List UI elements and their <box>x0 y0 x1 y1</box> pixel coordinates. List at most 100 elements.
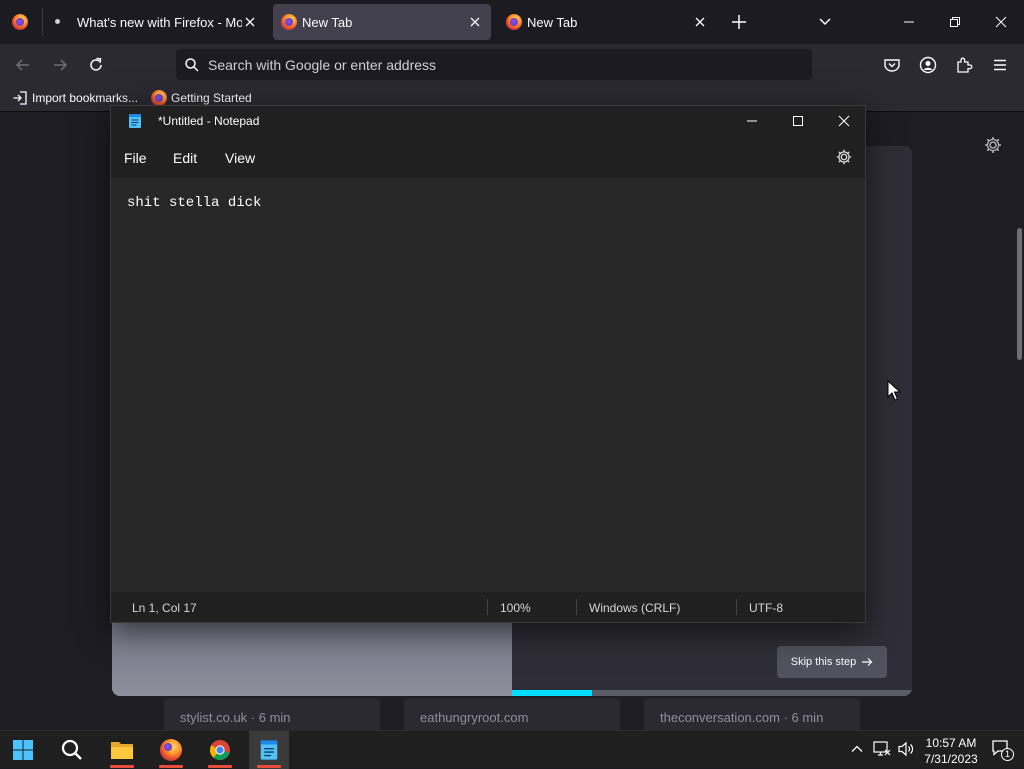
firefox-logo-icon <box>160 739 182 761</box>
firefox-view-button[interactable] <box>12 14 28 30</box>
close-tab-icon[interactable] <box>467 14 483 30</box>
tab-whats-new[interactable]: What's new with Firefox - More <box>48 4 266 40</box>
story-source: theconversation.com · 6 min <box>660 710 824 725</box>
window-minimize-button[interactable] <box>886 0 932 44</box>
close-icon <box>838 115 850 127</box>
show-hidden-icons-button[interactable] <box>850 742 864 756</box>
story-source: stylist.co.uk · 6 min <box>180 710 291 725</box>
notification-count-badge: 1 <box>1001 748 1014 761</box>
notepad-settings-button[interactable] <box>835 148 853 166</box>
windows-taskbar: 10:57 AM 7/31/2023 1 <box>0 730 1024 769</box>
taskbar-firefox[interactable] <box>151 731 191 769</box>
firefox-favicon-icon <box>281 14 297 30</box>
windows-logo-icon <box>13 740 33 760</box>
line-ending: Windows (CRLF) <box>589 601 681 615</box>
account-button[interactable] <box>919 56 937 74</box>
tab-new-tab-active[interactable]: New Tab <box>273 4 491 40</box>
folder-icon <box>111 742 133 759</box>
taskbar-file-explorer[interactable] <box>102 731 142 769</box>
tab-label: New Tab <box>527 15 578 30</box>
search-icon <box>185 57 199 72</box>
browser-tab-strip: What's new with Firefox - More New Tab N… <box>0 0 1024 44</box>
app-menu-button[interactable] <box>991 56 1009 74</box>
plus-icon <box>732 15 746 29</box>
bookmark-getting-started[interactable]: Getting Started <box>151 90 252 106</box>
tab-new-tab[interactable]: New Tab <box>498 4 716 40</box>
zoom-level: 100% <box>500 601 531 615</box>
window-restore-button[interactable] <box>932 0 978 44</box>
notepad-status-bar: Ln 1, Col 17 100% Windows (CRLF) UTF-8 <box>111 592 865 622</box>
notepad-minimize-button[interactable] <box>729 106 775 136</box>
page-scrollbar[interactable] <box>1017 228 1022 360</box>
import-icon <box>13 91 27 105</box>
tab-attention-dot-icon <box>55 19 60 24</box>
story-source: eathungryroot.com <box>420 710 529 725</box>
list-all-tabs-button[interactable] <box>817 14 833 30</box>
personalize-settings-button[interactable] <box>983 135 1003 155</box>
address-bar[interactable] <box>176 49 812 80</box>
chrome-icon <box>209 740 230 761</box>
close-icon <box>995 16 1007 28</box>
notepad-text-area[interactable]: shit stella dick <box>111 178 865 593</box>
volume-control[interactable] <box>897 741 915 757</box>
forward-button[interactable] <box>51 56 69 74</box>
bookmark-label: Import bookmarks... <box>32 91 139 105</box>
cursor-position: Ln 1, Col 17 <box>132 601 197 615</box>
arrow-right-icon <box>54 59 68 71</box>
reload-button[interactable] <box>87 56 105 74</box>
notepad-title-bar[interactable]: *Untitled - Notepad <box>111 106 865 136</box>
notepad-maximize-button[interactable] <box>775 106 821 136</box>
clock-date: 7/31/2023 <box>924 752 978 766</box>
tab-label: New Tab <box>302 15 353 30</box>
start-button[interactable] <box>3 731 43 769</box>
system-clock[interactable]: 10:57 AM 7/31/2023 <box>918 735 984 767</box>
taskbar-notepad[interactable] <box>249 731 289 769</box>
story-card[interactable]: stylist.co.uk · 6 min <box>164 698 380 730</box>
maximize-icon <box>793 116 803 126</box>
onboarding-progress-fill <box>512 690 592 696</box>
notepad-close-button[interactable] <box>821 106 867 136</box>
status-divider <box>736 599 737 615</box>
gear-icon <box>836 149 852 165</box>
menu-edit[interactable]: Edit <box>173 150 197 166</box>
notepad-window: *Untitled - Notepad File Edit View shit … <box>110 105 866 623</box>
story-card[interactable]: theconversation.com · 6 min <box>644 698 860 730</box>
navigation-toolbar <box>0 44 1024 86</box>
reload-icon <box>90 57 102 71</box>
address-input[interactable] <box>208 56 768 73</box>
bookmark-label: Getting Started <box>171 91 252 105</box>
gear-icon <box>985 137 1001 153</box>
taskbar-search-button[interactable] <box>52 731 92 769</box>
firefox-favicon-icon <box>506 14 522 30</box>
status-divider <box>576 599 577 615</box>
back-button[interactable] <box>14 56 32 74</box>
mouse-pointer-icon <box>887 380 901 401</box>
chevron-up-icon <box>851 745 863 752</box>
minimize-icon <box>904 21 914 23</box>
close-tab-icon[interactable] <box>242 14 258 30</box>
window-close-button[interactable] <box>978 0 1024 44</box>
taskbar-chrome[interactable] <box>200 731 240 769</box>
network-icon <box>873 741 891 756</box>
extensions-button[interactable] <box>955 56 973 74</box>
import-bookmarks-button[interactable]: Import bookmarks... <box>12 90 138 106</box>
network-status[interactable] <box>873 741 891 757</box>
story-card[interactable]: eathungryroot.com <box>404 698 620 730</box>
pocket-button[interactable] <box>883 56 901 74</box>
minimize-icon <box>747 120 757 122</box>
close-tab-icon[interactable] <box>692 14 708 30</box>
chevron-down-icon <box>819 18 831 26</box>
firefox-logo-icon <box>12 14 28 30</box>
menu-view[interactable]: View <box>225 150 255 166</box>
menu-file[interactable]: File <box>124 150 147 166</box>
skip-step-button[interactable]: Skip this step <box>777 646 887 678</box>
clock-time: 10:57 AM <box>925 736 977 750</box>
onboarding-progress-bar <box>512 690 912 696</box>
hamburger-menu-icon <box>994 59 1006 71</box>
arrow-right-icon <box>862 658 873 666</box>
account-icon <box>919 56 937 74</box>
status-divider <box>487 599 488 615</box>
notification-center-button[interactable]: 1 <box>992 740 1014 761</box>
tab-label: What's new with Firefox - More <box>77 15 242 30</box>
new-tab-button[interactable] <box>730 13 748 31</box>
